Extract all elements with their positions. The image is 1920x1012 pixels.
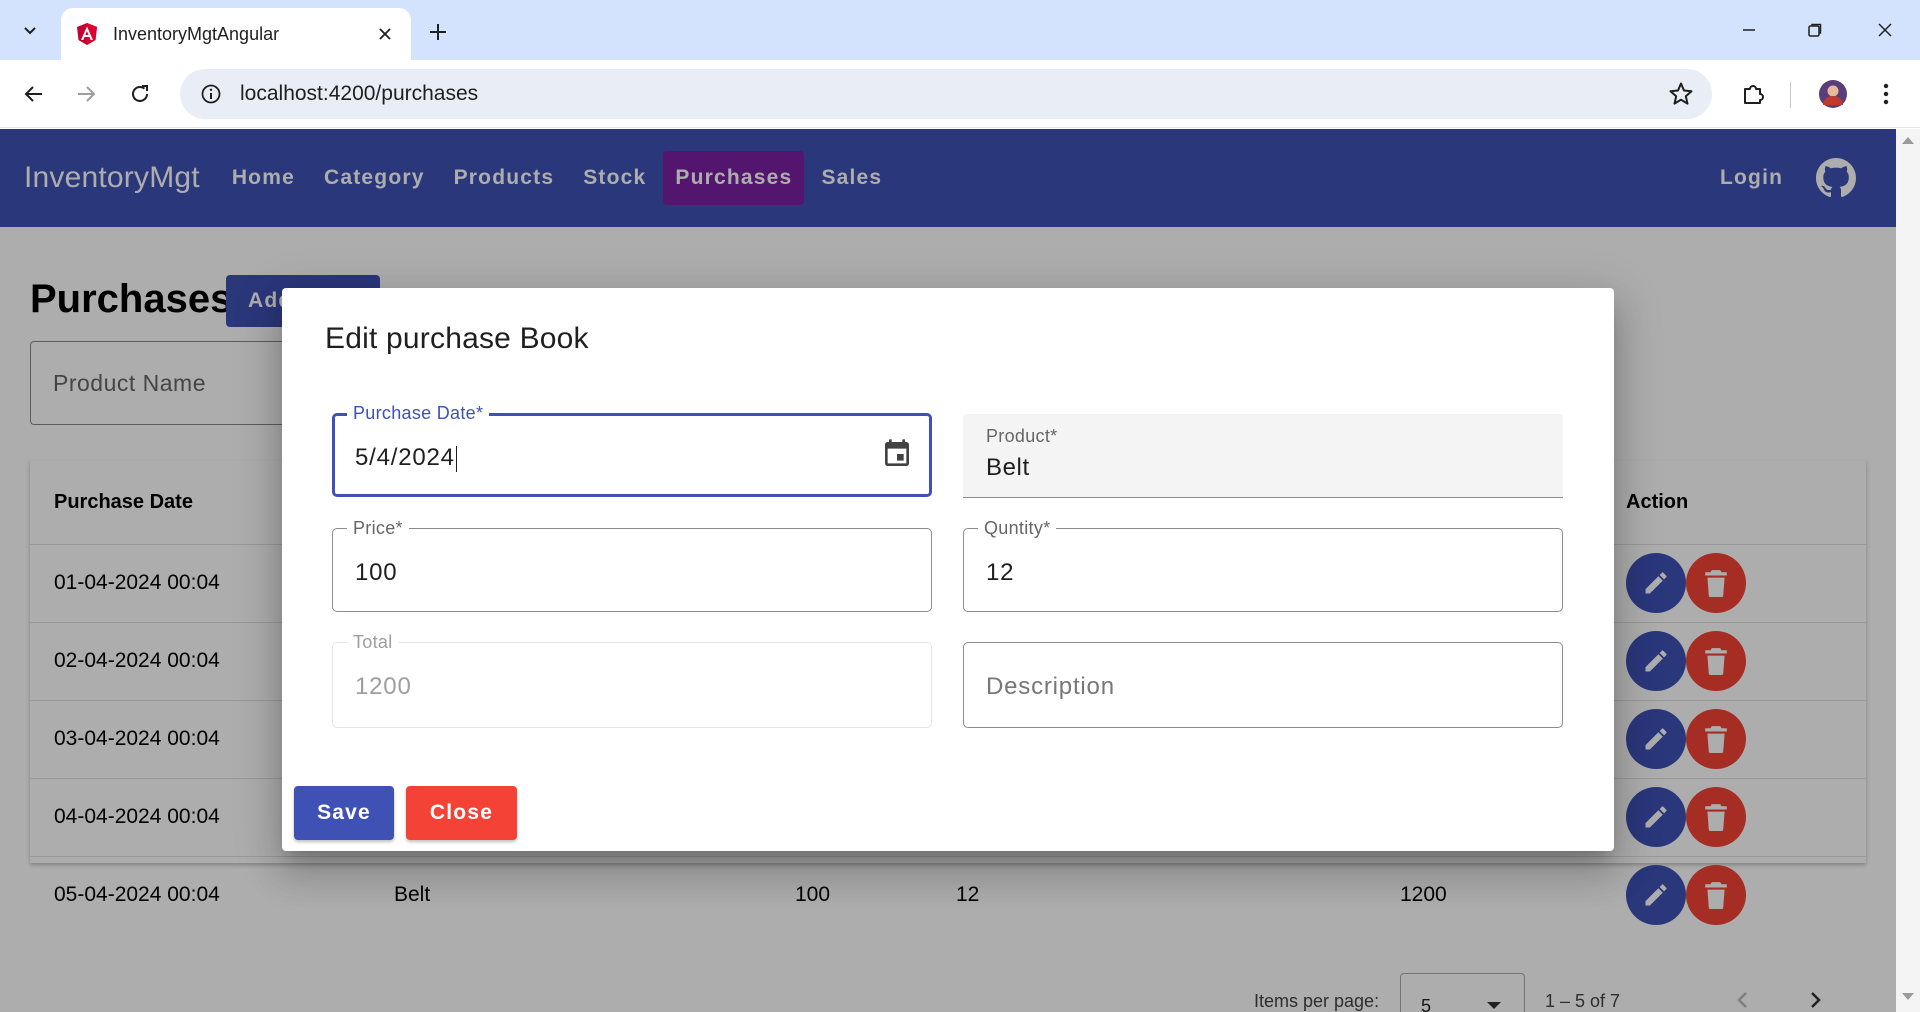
purchase-date-label: Purchase Date* [347,403,490,424]
total-label: Total [347,632,399,653]
toolbar-divider [1790,82,1791,108]
restore-button[interactable] [1790,10,1840,50]
bookmark-star-icon[interactable] [1668,81,1694,107]
arrow-left-icon [24,86,42,102]
browser-tab-strip: InventoryMgtAngular [0,0,1920,60]
calendar-icon[interactable] [881,438,913,470]
product-value: Belt [986,454,1030,481]
total-value: 1200 [355,673,412,700]
browser-tab[interactable]: InventoryMgtAngular [61,8,411,60]
site-info-icon[interactable] [186,69,236,119]
profile-avatar[interactable] [1815,76,1851,112]
extensions-button[interactable] [1735,76,1771,112]
tab-search-button[interactable] [10,12,50,48]
tab-close-icon[interactable] [373,22,397,46]
price-field[interactable]: Price* 100 [332,518,932,612]
close-window-button[interactable] [1860,10,1910,50]
restore-icon [1808,23,1822,37]
new-tab-button[interactable] [420,14,456,50]
puzzle-icon [1744,85,1764,104]
price-input[interactable]: 100 [355,559,397,587]
angular-logo-icon [77,23,97,45]
forward-button[interactable] [66,74,106,114]
dialog-title: Edit purchase Book [325,322,589,355]
page-scrollbar[interactable] [1896,129,1920,1012]
price-label: Price* [347,518,409,539]
close-button[interactable]: Close [406,786,517,840]
tab-title: InventoryMgtAngular [113,23,280,44]
back-button[interactable] [14,74,54,114]
description-input[interactable]: Description [986,673,1115,701]
purchase-date-field[interactable]: Purchase Date* 5/4/2024 [332,403,932,497]
scroll-up-arrow[interactable] [1902,137,1914,144]
minimize-button[interactable] [1724,10,1774,50]
close-icon [1878,23,1892,37]
more-vert-icon [1883,83,1889,105]
save-button[interactable]: Save [294,786,394,840]
product-label: Product* [986,426,1058,446]
url-text: localhost:4200/purchases [240,82,479,105]
product-select[interactable]: Product* Belt [963,414,1563,498]
avatar-icon [1819,80,1847,108]
edit-purchase-dialog: Edit purchase Book Purchase Date* 5/4/20… [282,288,1614,851]
quantity-input[interactable]: 12 [986,559,1014,587]
browser-toolbar: localhost:4200/purchases [0,60,1920,128]
total-field: Total 1200 [332,632,932,728]
plus-icon [430,24,446,40]
address-bar[interactable]: localhost:4200/purchases [180,69,1712,119]
minimize-icon [1743,29,1755,31]
description-field[interactable]: Description [963,642,1563,728]
purchase-date-input[interactable]: 5/4/2024 [355,444,457,472]
chevron-down-icon [24,27,36,35]
chrome-menu-button[interactable] [1868,76,1904,112]
quantity-label: Quntity* [978,518,1057,539]
scroll-down-arrow[interactable] [1902,993,1914,1000]
arrow-right-icon [78,86,96,102]
reload-icon [132,85,148,102]
quantity-field[interactable]: Quntity* 12 [963,518,1563,612]
reload-button[interactable] [120,74,160,114]
